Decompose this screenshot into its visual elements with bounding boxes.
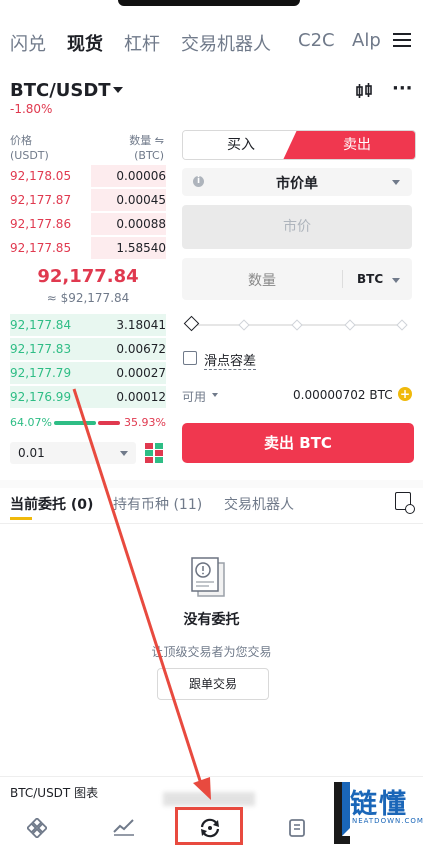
annotation-arrow: [72, 388, 211, 800]
annotation-highlight-box: [175, 807, 243, 845]
watermark-subtext: NEATDOWN.COM: [352, 817, 423, 825]
watermark-text: 链懂: [350, 789, 408, 820]
watermark-logo: 链懂 NEATDOWN.COM: [330, 780, 423, 846]
